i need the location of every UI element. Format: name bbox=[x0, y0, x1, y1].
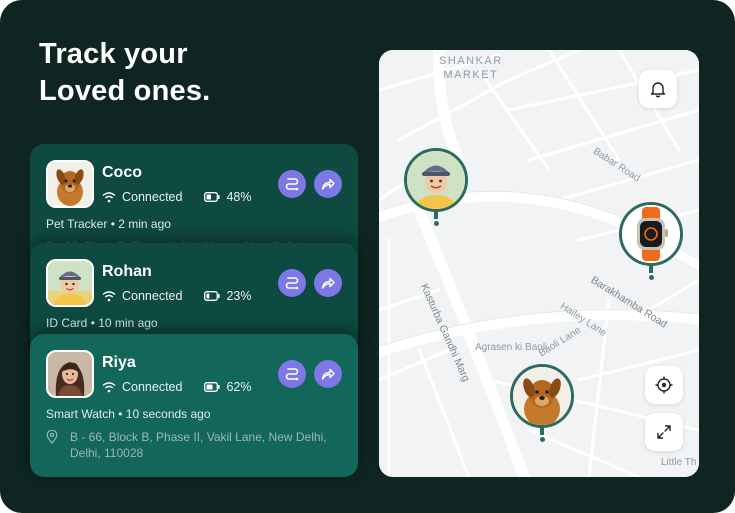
tracker-card-riya[interactable]: Riya Connected 62% Smart Watch • 10 seco… bbox=[30, 334, 358, 477]
route-icon bbox=[285, 277, 299, 290]
map-view[interactable]: SHANKAR MARKET Babar Road Barakhamba Roa… bbox=[379, 50, 699, 477]
route-button[interactable] bbox=[278, 269, 306, 297]
tracker-name: Coco bbox=[102, 164, 142, 181]
battery-icon bbox=[204, 291, 221, 301]
dog-pin[interactable] bbox=[510, 364, 574, 428]
page-title: Track your Loved ones. bbox=[39, 36, 339, 110]
connection-status: Connected bbox=[122, 289, 183, 303]
pin-stem bbox=[540, 427, 544, 435]
tracker-name: Rohan bbox=[102, 263, 152, 280]
wifi-icon bbox=[102, 291, 116, 302]
share-button[interactable] bbox=[314, 170, 342, 198]
route-button[interactable] bbox=[278, 360, 306, 388]
location-pin-icon bbox=[46, 430, 58, 444]
app-frame: Track your Loved ones. Coco Connected 48… bbox=[0, 0, 735, 513]
status-row: Connected 23% bbox=[102, 288, 252, 304]
expand-map-button[interactable] bbox=[645, 413, 683, 451]
route-icon bbox=[285, 368, 299, 381]
device-info: Smart Watch • 10 seconds ago bbox=[46, 407, 211, 421]
share-arrow-icon bbox=[321, 178, 335, 190]
bell-icon bbox=[650, 82, 666, 98]
share-button[interactable] bbox=[314, 360, 342, 388]
share-arrow-icon bbox=[321, 368, 335, 380]
wifi-icon bbox=[102, 382, 116, 393]
pin-stem bbox=[649, 265, 653, 273]
child-avatar bbox=[46, 259, 94, 307]
pin-dot bbox=[648, 275, 654, 280]
battery-level: 48% bbox=[226, 190, 252, 204]
title-line-2: Loved ones. bbox=[39, 75, 211, 107]
map-label-agrasen-ki-baoli: Agrasen ki Baoli bbox=[475, 342, 548, 353]
dog-avatar bbox=[46, 160, 94, 208]
locate-icon bbox=[655, 376, 673, 394]
notifications-button[interactable] bbox=[639, 70, 677, 108]
share-arrow-icon bbox=[321, 277, 335, 289]
status-row: Connected 62% bbox=[102, 379, 252, 395]
status-row: Connected 48% bbox=[102, 189, 252, 205]
child-pin[interactable] bbox=[404, 148, 468, 212]
woman-avatar bbox=[46, 350, 94, 398]
tracker-address: B - 66, Block B, Phase II, Vakil Lane, N… bbox=[46, 429, 346, 461]
tracker-name: Riya bbox=[102, 354, 136, 371]
locate-me-button[interactable] bbox=[645, 366, 683, 404]
map-label-little-theatre: Little Th bbox=[661, 457, 697, 468]
pin-dot bbox=[433, 221, 439, 226]
separator: • bbox=[118, 407, 123, 421]
battery-icon bbox=[204, 192, 221, 202]
smartwatch-pin[interactable] bbox=[619, 202, 683, 266]
address-text: B - 66, Block B, Phase II, Vakil Lane, N… bbox=[70, 430, 327, 460]
last-updated: 2 min ago bbox=[118, 217, 171, 231]
device-type: ID Card bbox=[46, 316, 88, 330]
battery-level: 62% bbox=[226, 380, 252, 394]
map-label-shankar-market: SHANKAR MARKET bbox=[439, 55, 503, 81]
battery-level: 23% bbox=[226, 289, 252, 303]
last-updated: 10 seconds ago bbox=[125, 407, 211, 421]
device-type: Smart Watch bbox=[46, 407, 115, 421]
route-icon bbox=[285, 178, 299, 191]
device-type: Pet Tracker bbox=[46, 217, 108, 231]
pin-stem bbox=[434, 211, 438, 219]
battery-icon bbox=[204, 382, 221, 392]
separator: • bbox=[90, 316, 95, 330]
device-info: Pet Tracker • 2 min ago bbox=[46, 217, 171, 231]
route-button[interactable] bbox=[278, 170, 306, 198]
connection-status: Connected bbox=[122, 190, 183, 204]
expand-icon bbox=[657, 425, 671, 439]
connection-status: Connected bbox=[122, 380, 183, 394]
pin-dot bbox=[539, 437, 545, 442]
device-info: ID Card • 10 min ago bbox=[46, 316, 158, 330]
last-updated: 10 min ago bbox=[98, 316, 158, 330]
share-button[interactable] bbox=[314, 269, 342, 297]
separator: • bbox=[110, 217, 115, 231]
wifi-icon bbox=[102, 192, 116, 203]
title-line-1: Track your bbox=[39, 38, 188, 70]
